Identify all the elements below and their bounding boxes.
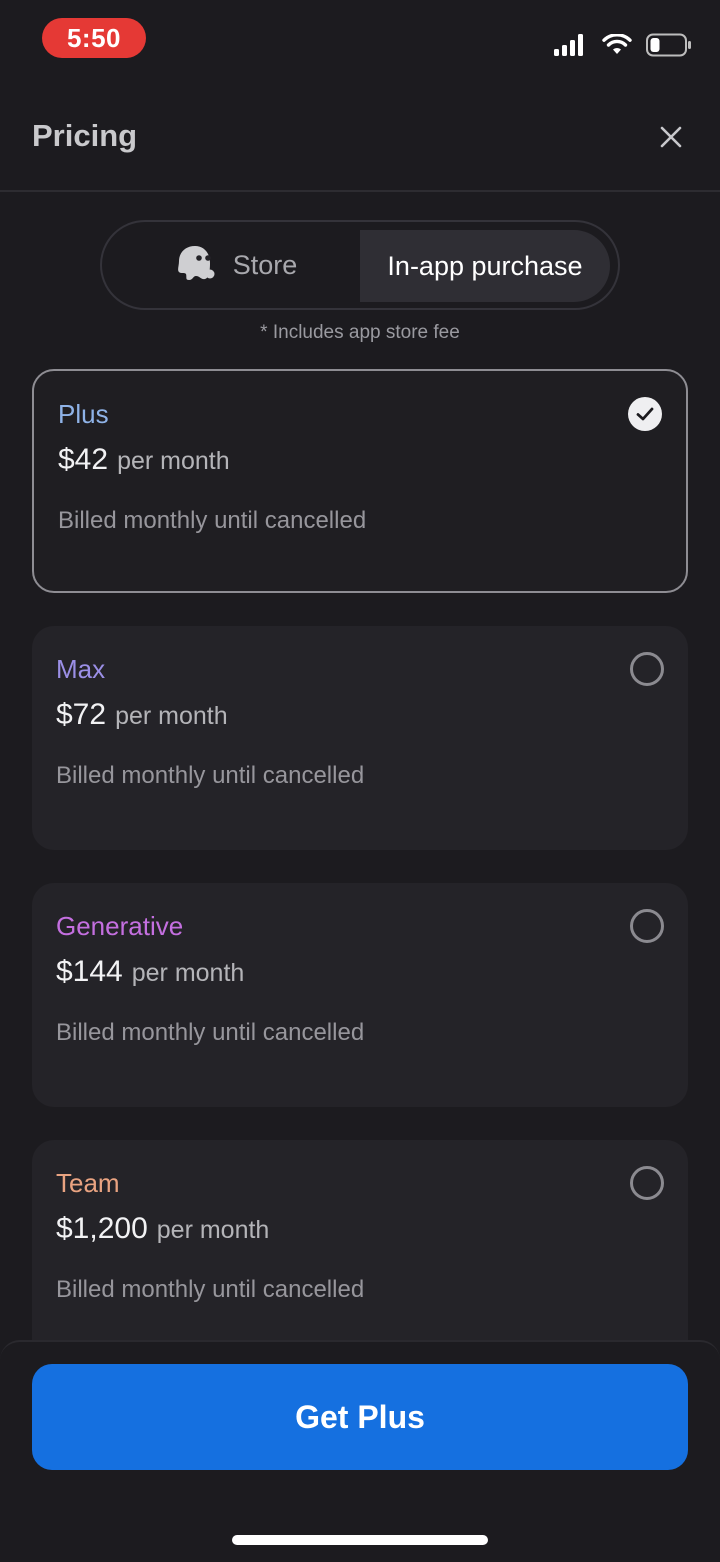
close-button[interactable] <box>656 122 686 152</box>
battery-icon <box>646 33 692 57</box>
signal-icon <box>554 34 588 56</box>
tab-in-app-purchase-label: In-app purchase <box>387 250 583 281</box>
tab-store-label: Store <box>232 249 298 280</box>
plan-radio[interactable] <box>630 1166 664 1200</box>
plan-billing: Billed monthly until cancelled <box>56 1019 365 1046</box>
plan-period: per month <box>131 959 245 987</box>
plan-card-team[interactable]: Team $1,200 per month Billed monthly unt… <box>32 1140 688 1364</box>
header: Pricing <box>0 100 720 192</box>
close-icon <box>660 126 682 148</box>
fee-note: * Includes app store fee <box>260 322 460 343</box>
status-icons <box>554 30 692 60</box>
tab-store[interactable]: Store <box>110 230 362 300</box>
plan-price-row: $72 per month <box>56 698 228 732</box>
plan-card-max[interactable]: Max $72 per month Billed monthly until c… <box>32 626 688 850</box>
tab-in-app-purchase[interactable]: In-app purchase <box>360 230 610 302</box>
plan-price: $144 <box>56 955 123 988</box>
plan-period: per month <box>115 702 228 730</box>
plan-radio[interactable] <box>630 652 664 686</box>
plan-price-row: $144 per month <box>56 955 244 989</box>
plan-card-plus[interactable]: Plus $42 per month Billed monthly until … <box>32 369 688 593</box>
plan-price: $1,200 <box>56 1212 148 1245</box>
status-time: 5:50 <box>42 18 146 58</box>
plan-billing: Billed monthly until cancelled <box>56 1276 365 1303</box>
plan-price: $42 <box>58 443 109 476</box>
plan-period: per month <box>156 1216 270 1244</box>
plan-radio-selected[interactable] <box>628 397 662 431</box>
ghost-icon <box>175 243 217 288</box>
plan-radio[interactable] <box>630 909 664 943</box>
plan-price-row: $42 per month <box>58 443 230 477</box>
wifi-icon <box>602 34 632 56</box>
plan-card-generative[interactable]: Generative $144 per month Billed monthly… <box>32 883 688 1107</box>
plan-name: Plus <box>58 399 109 429</box>
page-title: Pricing <box>32 118 138 153</box>
plan-name: Team <box>56 1168 120 1198</box>
get-plan-button[interactable]: Get Plus <box>32 1364 688 1470</box>
plan-name: Generative <box>56 911 184 941</box>
status-bar: 5:50 <box>0 0 720 80</box>
plan-period: per month <box>117 447 230 475</box>
plan-name: Max <box>56 654 106 684</box>
purchase-type-toggle: Store In-app purchase <box>100 220 620 310</box>
plan-billing: Billed monthly until cancelled <box>58 507 367 534</box>
plan-price: $72 <box>56 698 107 731</box>
plan-billing: Billed monthly until cancelled <box>56 762 365 789</box>
checkmark-icon <box>636 407 654 421</box>
plan-price-row: $1,200 per month <box>56 1212 269 1246</box>
home-indicator[interactable] <box>232 1535 488 1545</box>
